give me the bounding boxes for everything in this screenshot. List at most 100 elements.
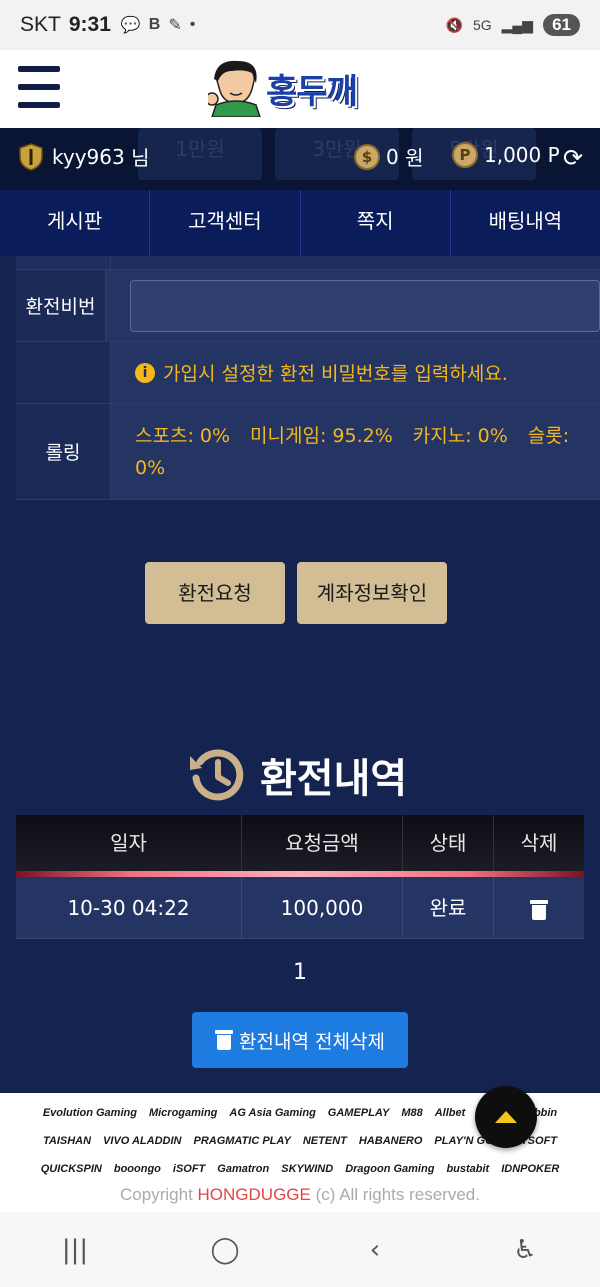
- provider-logo: M88: [401, 1107, 423, 1119]
- delete-all-label: 환전내역 전체삭제: [239, 1030, 385, 1053]
- row-amount: 100,000: [242, 877, 403, 938]
- provider-logo: Microgaming: [148, 1107, 218, 1119]
- amount-button-ghost: 1만원: [138, 128, 262, 180]
- b-icon: B: [148, 16, 161, 33]
- provider-logo: PRAGMATIC PLAY: [193, 1135, 291, 1147]
- rolling-slot: 슬롯:: [527, 424, 570, 447]
- chat-icon: 💬: [120, 17, 141, 34]
- provider-logo: bbin: [533, 1107, 558, 1119]
- cash-unit: 원: [405, 146, 424, 170]
- provider-logo: Gamatron: [217, 1163, 270, 1175]
- provider-logo: Allbet: [434, 1107, 466, 1119]
- rolling-minigame: 미니게임: 95.2%: [250, 424, 393, 447]
- rolling-sports: 스포츠: 0%: [135, 424, 231, 447]
- point-unit: P: [547, 143, 560, 167]
- dot-icon: •: [189, 16, 196, 33]
- home-icon[interactable]: ◯: [195, 1235, 255, 1265]
- table-header: 일자 요청금액 상태 삭제: [16, 815, 584, 877]
- honorific: 님: [131, 146, 150, 170]
- form-row-password: 환전비번: [16, 270, 600, 342]
- col-status: 상태: [403, 815, 494, 877]
- password-label: 환전비번: [16, 270, 106, 341]
- provider-logo: bustabit: [446, 1163, 490, 1175]
- provider-logo: NETENT: [302, 1135, 347, 1147]
- provider-logo: QUICKSPIN: [40, 1163, 102, 1175]
- provider-logo: IDNPOKER: [501, 1163, 560, 1175]
- logo-text: 홍두깨: [266, 71, 358, 112]
- user-bar: 1만원 3만원 5만원 kyy963 님 $ 0 원 P 1,000 P ⟳: [0, 128, 600, 190]
- page-number[interactable]: 1: [287, 960, 313, 985]
- user-info: kyy963 님: [18, 142, 149, 171]
- delete-all-history-button[interactable]: 환전내역 전체삭제: [192, 1012, 408, 1068]
- refresh-icon[interactable]: ⟳: [563, 144, 583, 172]
- menu-icon[interactable]: [18, 66, 60, 108]
- form-row-partial: [16, 256, 600, 270]
- pagination: 1: [0, 960, 600, 985]
- col-amount: 요청금액: [242, 815, 403, 877]
- nav-support[interactable]: 고객센터: [150, 190, 301, 256]
- withdraw-form: 환전비번 i 가입시 설정한 환전 비밀번호를 입력하세요. 롤링 스포츠: 0…: [16, 256, 600, 500]
- password-hint: 가입시 설정한 환전 비밀번호를 입력하세요.: [163, 363, 508, 385]
- provider-logo: VIVO ALADDIN: [103, 1135, 182, 1147]
- rolling-casino: 카지노: 0%: [412, 424, 508, 447]
- status-bar: SKT 9:31 💬 B ✎ • 🔇 5G ▂▄▆ 61: [0, 0, 600, 50]
- withdraw-request-button[interactable]: 환전요청: [145, 562, 285, 624]
- nav-board[interactable]: 게시판: [0, 190, 151, 256]
- logo-character-icon: [208, 60, 261, 117]
- form-row-note: i 가입시 설정한 환전 비밀번호를 입력하세요.: [16, 342, 600, 404]
- info-icon: i: [135, 362, 155, 383]
- accessibility-icon[interactable]: ♿: [495, 1235, 555, 1265]
- history-table: 일자 요청금액 상태 삭제 10-30 04:22 100,000 완료: [16, 815, 584, 939]
- provider-logo: Evolution Gaming: [42, 1107, 137, 1119]
- provider-logo: TAISHAN: [42, 1135, 92, 1147]
- site-logo[interactable]: 홍두깨: [208, 56, 394, 120]
- provider-logo: iSOFT: [172, 1163, 206, 1175]
- provider-logo: AG Asia Gaming: [229, 1107, 316, 1119]
- level-shield-icon: [19, 142, 43, 171]
- point-coin-icon: P: [452, 142, 478, 168]
- recent-apps-icon[interactable]: |||: [45, 1235, 105, 1265]
- carrier: SKT: [20, 13, 61, 36]
- signal-icon: ▂▄▆: [501, 16, 534, 33]
- history-title: 환전내역: [260, 756, 408, 802]
- cash-amount: 0: [386, 144, 399, 169]
- pen-icon: ✎: [168, 17, 182, 34]
- provider-logo: Dragoon Gaming: [345, 1163, 435, 1175]
- provider-logo: booongo: [113, 1163, 161, 1175]
- username: kyy963: [52, 144, 125, 169]
- withdraw-password-input[interactable]: [130, 279, 600, 332]
- col-delete: 삭제: [520, 831, 558, 855]
- row-delete-button[interactable]: [494, 877, 584, 938]
- col-date: 일자: [16, 815, 242, 877]
- rolling-label: 롤링: [16, 404, 111, 499]
- clock: 9:31: [68, 13, 111, 36]
- mute-icon: 🔇: [445, 16, 463, 33]
- network-icon: 5G: [472, 17, 492, 33]
- back-icon[interactable]: ‹: [345, 1235, 405, 1265]
- table-row: 10-30 04:22 100,000 완료: [16, 877, 584, 939]
- trash-icon: [530, 899, 548, 920]
- rolling-rates: 스포츠: 0% 미니게임: 95.2% 카지노: 0% 슬롯: 0%: [135, 420, 589, 484]
- nav-messages[interactable]: 쪽지: [301, 190, 451, 256]
- system-nav-bar: ||| ◯ ‹ ♿: [0, 1212, 600, 1287]
- provider-logo: SKYWIND: [281, 1163, 334, 1175]
- main-nav: 게시판 고객센터 쪽지 배팅내역: [0, 190, 600, 256]
- rolling-slot-value: 0%: [135, 456, 166, 479]
- scroll-to-top-button[interactable]: [475, 1086, 537, 1148]
- copyright: Copyright HONGDUGGE (c) All rights reser…: [120, 1185, 480, 1204]
- account-info-button[interactable]: 계좌정보확인: [297, 562, 447, 624]
- row-date: 10-30 04:22: [16, 877, 242, 938]
- site-header: 홍두깨: [0, 50, 600, 128]
- cash-coin-icon: $: [354, 143, 380, 170]
- battery-badge: 61: [543, 14, 580, 36]
- point-amount: 1,000: [484, 143, 542, 167]
- form-row-rolling: 롤링 스포츠: 0% 미니게임: 95.2% 카지노: 0% 슬롯: 0%: [16, 404, 600, 500]
- point-balance: P 1,000 P: [452, 142, 560, 168]
- row-status: 완료: [403, 877, 494, 938]
- brand-name: HONGDUGGE: [197, 1185, 311, 1204]
- cash-balance: $ 0 원: [354, 142, 424, 171]
- history-icon: [190, 749, 244, 801]
- nav-betting-history[interactable]: 배팅내역: [451, 190, 600, 256]
- provider-logo: HABANERO: [358, 1135, 423, 1147]
- history-heading: 환전내역: [188, 746, 407, 804]
